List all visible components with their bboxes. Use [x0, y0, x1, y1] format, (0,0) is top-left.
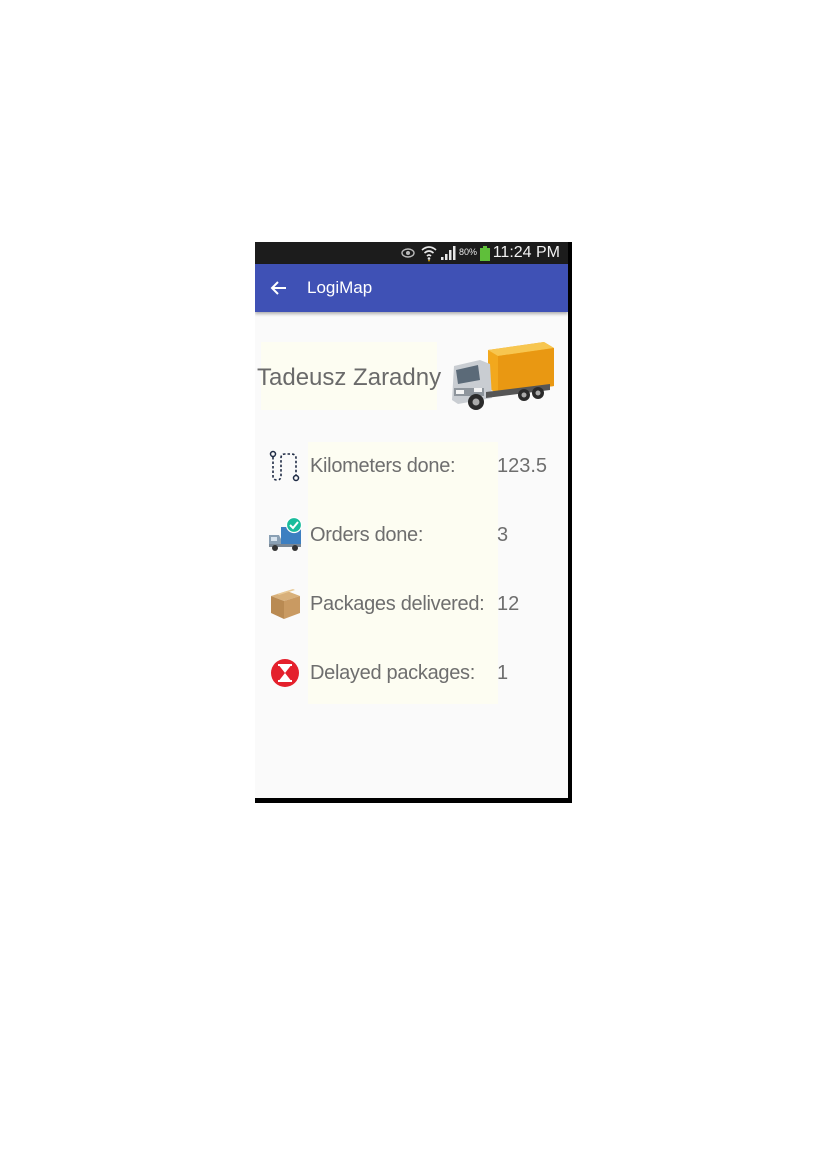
stat-value-orders: 3: [497, 524, 509, 546]
stat-label-orders: Orders done:: [310, 524, 424, 546]
screen: 80% 11:24 PM LogiMap Tadeusz Zaradny Kil…: [255, 242, 568, 798]
stat-value-packages: 12: [497, 593, 520, 615]
eye-icon: [401, 248, 415, 258]
app-bar: LogiMap: [255, 264, 568, 312]
route-icon: [269, 450, 300, 482]
package-icon: [271, 589, 300, 619]
status-bar: 80% 11:24 PM: [255, 242, 568, 264]
app-title: LogiMap: [307, 278, 373, 297]
stat-label-delayed: Delayed packages:: [310, 662, 476, 684]
stat-value-delayed: 1: [497, 662, 509, 684]
arrow-left-icon[interactable]: [269, 278, 289, 298]
battery-percent: 80%: [459, 247, 478, 257]
truck-icon: [452, 342, 554, 410]
wifi-icon: [421, 246, 437, 262]
truck-check-icon: [269, 517, 303, 551]
signal-icon: [441, 246, 456, 260]
status-time: 11:24 PM: [492, 244, 560, 261]
hourglass-icon: [271, 659, 299, 687]
stat-label-kilometers: Kilometers done:: [310, 455, 456, 477]
battery-icon: [480, 246, 490, 261]
stat-label-packages: Packages delivered:: [310, 593, 485, 615]
phone-frame: 80% 11:24 PM LogiMap Tadeusz Zaradny Kil…: [255, 242, 572, 803]
driver-name: Tadeusz Zaradny: [257, 364, 442, 391]
stat-value-kilometers: 123.5: [497, 455, 548, 477]
